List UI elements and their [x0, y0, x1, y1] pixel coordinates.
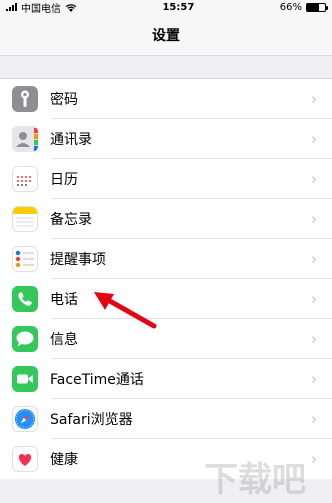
settings-item-label: 信息 — [50, 332, 78, 348]
status-bar-right: 66% — [279, 1, 328, 13]
settings-item-label: 提醒事项 — [50, 252, 106, 268]
chevron-right-icon: › — [311, 250, 317, 268]
settings-item-calendar[interactable]: 日历 › — [0, 159, 332, 199]
chevron-right-icon: › — [311, 210, 317, 228]
settings-item-contacts[interactable]: 通讯录 › — [0, 119, 332, 159]
settings-item-label: Safari浏览器 — [50, 412, 133, 428]
signal-icon — [6, 3, 17, 11]
phone-icon — [12, 286, 38, 312]
safari-icon — [12, 406, 38, 432]
settings-item-label: 日历 — [50, 172, 78, 188]
settings-item-reminders[interactable]: 提醒事项 › — [0, 239, 332, 279]
passcode-key-icon — [12, 86, 38, 112]
wifi-icon — [65, 3, 77, 12]
reminders-icon — [12, 246, 38, 272]
chevron-right-icon: › — [311, 290, 317, 308]
status-bar-left: 中国电信 — [6, 0, 77, 15]
settings-item-label: 备忘录 — [50, 212, 92, 228]
annotation-arrow-icon — [94, 292, 157, 329]
chevron-right-icon: › — [311, 90, 317, 108]
settings-item-notes[interactable]: 备忘录 › — [0, 199, 332, 239]
carrier-label: 中国电信 — [21, 3, 61, 15]
settings-item-phone[interactable]: 电话 › — [0, 279, 332, 319]
settings-item-messages[interactable]: 信息 › — [0, 319, 332, 359]
settings-item-safari[interactable]: Safari浏览器 › — [0, 399, 332, 439]
messages-icon — [12, 326, 38, 352]
health-icon — [12, 446, 38, 472]
settings-list: 密码 › 通讯录 › 日历 › 备忘录 › 提醒事项 › 电话 › 信息 › F… — [0, 78, 332, 479]
chevron-right-icon: › — [311, 370, 317, 388]
navigation-bar: 设置 — [0, 14, 332, 56]
facetime-icon — [12, 366, 38, 392]
battery-icon — [305, 2, 328, 12]
page-title: 设置 — [152, 27, 180, 44]
chevron-right-icon: › — [311, 410, 317, 428]
watermark-logo: 下载吧 — [204, 460, 306, 500]
settings-item-facetime[interactable]: FaceTime通话 › — [0, 359, 332, 399]
chevron-right-icon: › — [311, 330, 317, 348]
notes-icon — [12, 206, 38, 232]
status-time: 15:57 — [162, 1, 195, 13]
battery-percent: 66% — [279, 1, 302, 13]
status-bar: 中国电信 15:57 66% — [0, 0, 332, 15]
contacts-icon — [12, 126, 38, 152]
chevron-right-icon: › — [311, 130, 317, 148]
settings-item-passcode[interactable]: 密码 › — [0, 79, 332, 119]
settings-item-label: 密码 — [50, 92, 78, 108]
chevron-right-icon: › — [311, 170, 317, 188]
settings-item-label: 通讯录 — [50, 132, 92, 148]
watermark-text: 下载吧 — [204, 460, 306, 500]
settings-item-label: FaceTime通话 — [50, 372, 144, 388]
calendar-icon — [12, 166, 38, 192]
